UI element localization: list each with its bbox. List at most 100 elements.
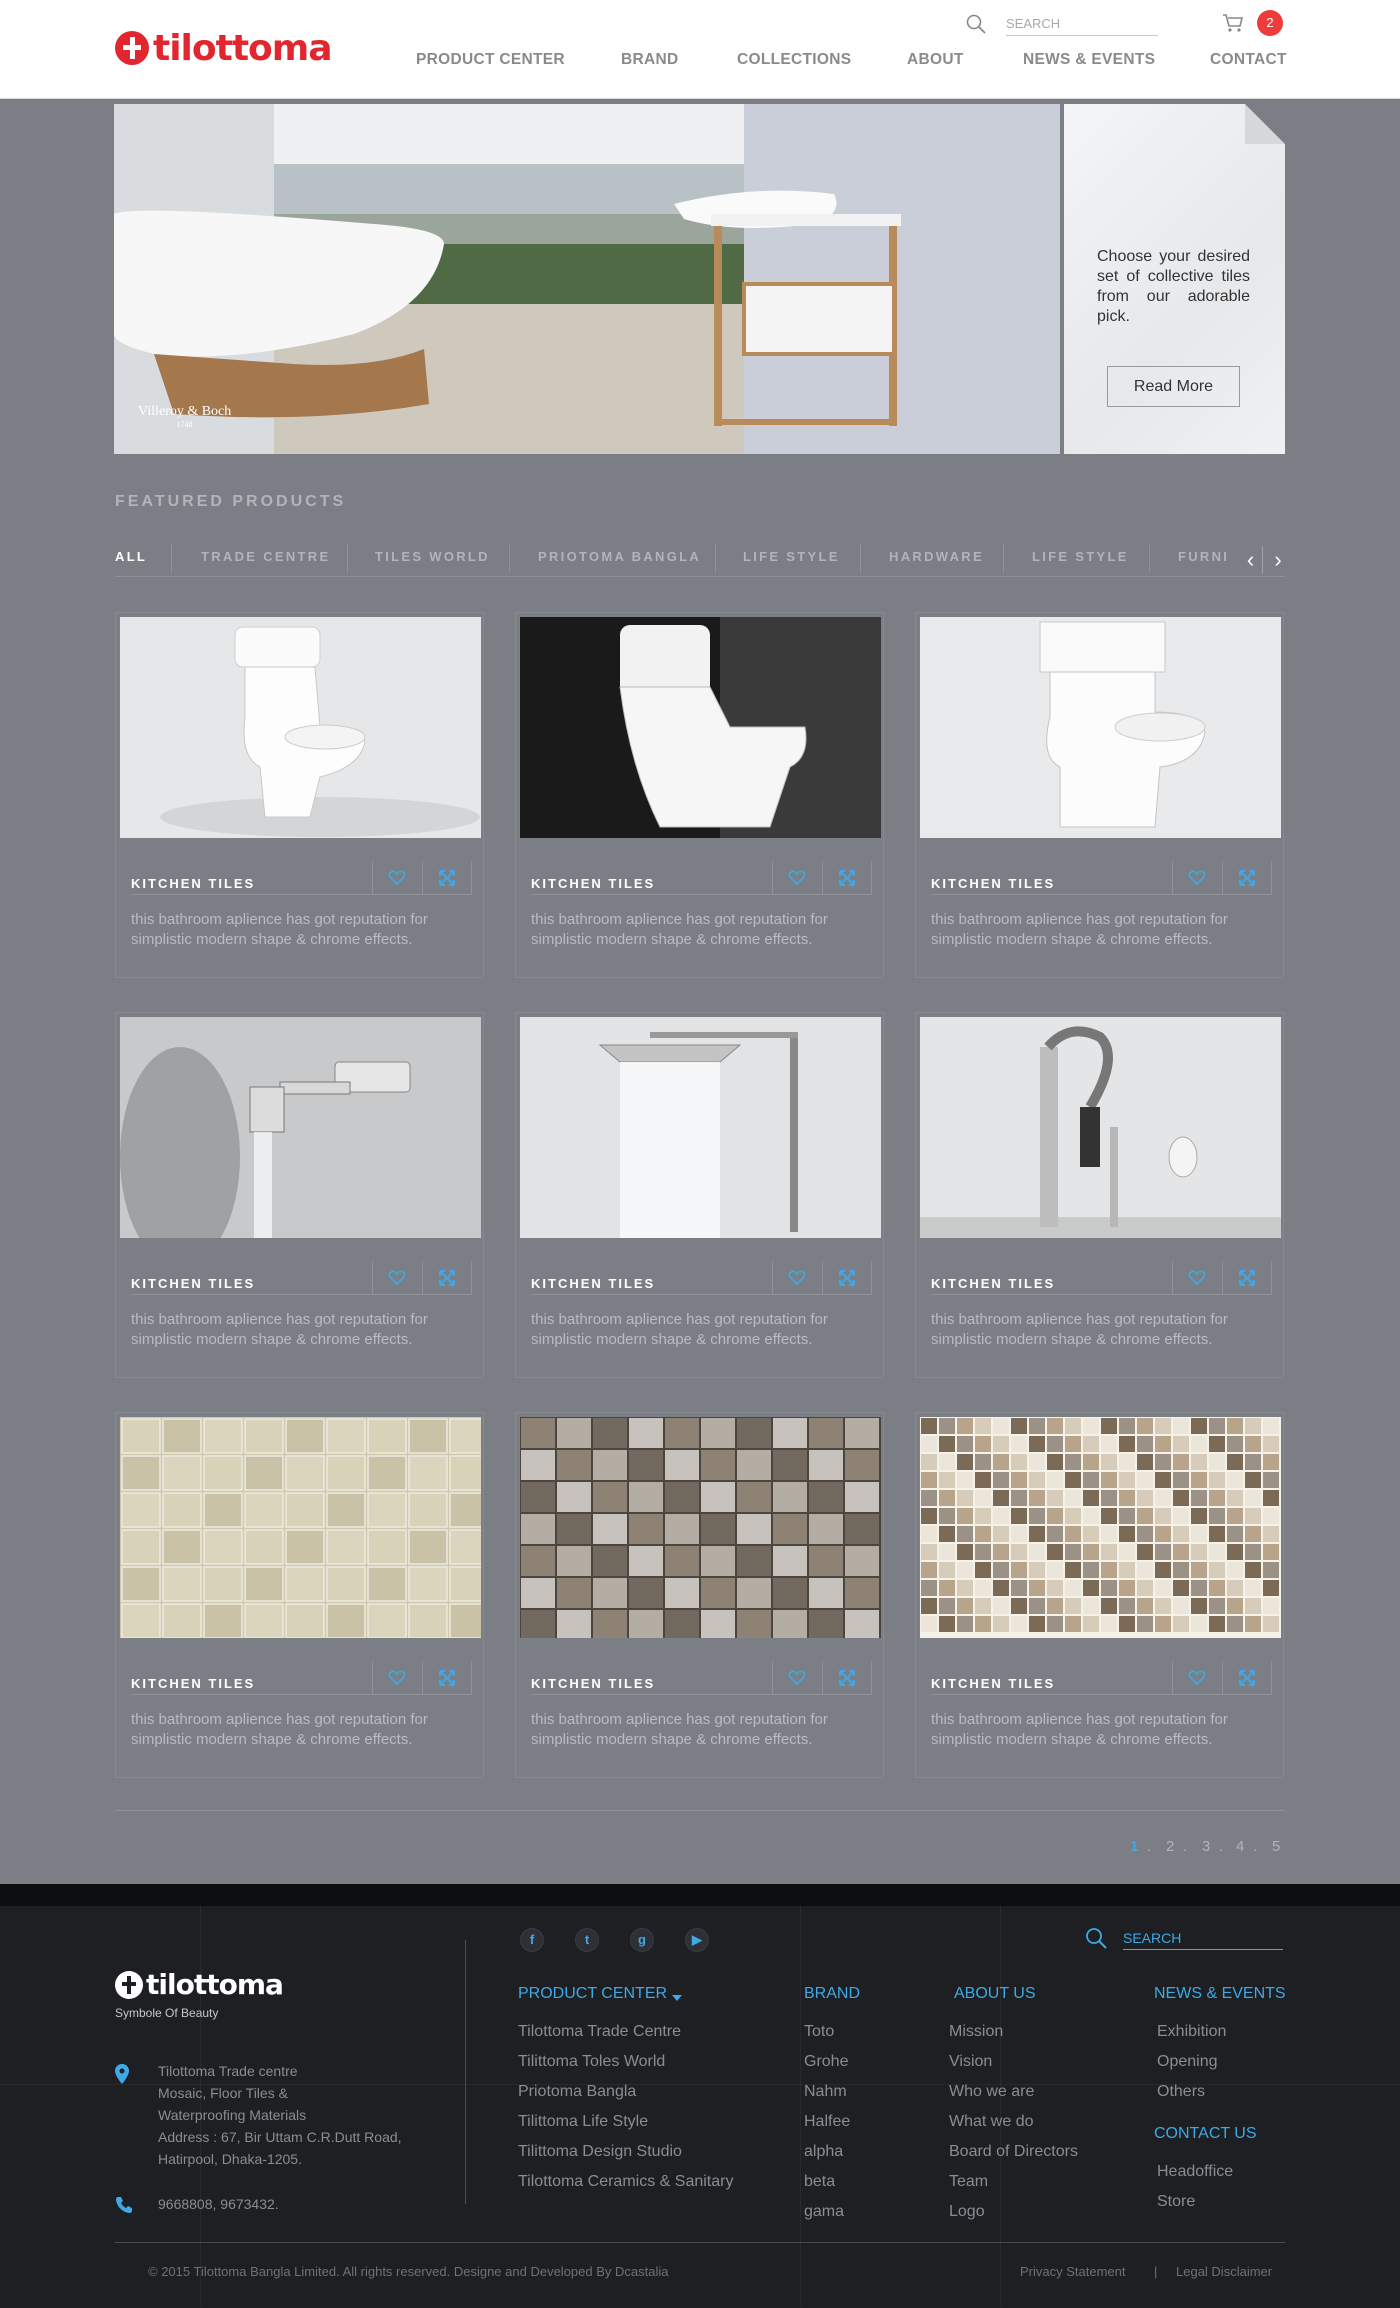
product-image-stone-tiles[interactable] <box>520 1417 881 1638</box>
filter-tab-life-style[interactable]: LIFE STYLE <box>743 549 840 564</box>
product-card[interactable]: KITCHEN TILES this bathroom aplience has … <box>515 612 884 978</box>
google-plus-icon[interactable]: g <box>630 1928 654 1952</box>
expand-icon[interactable] <box>1223 1661 1272 1694</box>
footer-link[interactable]: Who we are <box>949 2077 1078 2107</box>
nav-contact[interactable]: CONTACT <box>1210 51 1287 69</box>
product-card[interactable]: KITCHEN TILES this bathroom aplience has … <box>915 612 1284 978</box>
page-link-1[interactable]: 1 <box>1130 1838 1138 1855</box>
page-link-5[interactable]: 5 <box>1272 1838 1280 1855</box>
product-image-beige-tiles[interactable] <box>120 1417 481 1638</box>
read-more-button[interactable]: Read More <box>1107 366 1240 407</box>
site-logo[interactable]: tilottoma <box>115 28 333 69</box>
product-card[interactable]: KITCHEN TILES this bathroom aplience has … <box>915 1012 1284 1378</box>
footer-link[interactable]: Halfee <box>804 2107 850 2137</box>
footer-link[interactable]: Toto <box>804 2017 850 2047</box>
heart-icon[interactable] <box>773 1661 823 1694</box>
product-image-toilet-square[interactable] <box>920 617 1281 838</box>
footer-heading-brand[interactable]: BRAND <box>804 1985 860 2003</box>
expand-icon[interactable] <box>823 1661 872 1694</box>
page-link-2[interactable]: 2 <box>1166 1838 1174 1855</box>
nav-collections[interactable]: COLLECTIONS <box>737 51 851 69</box>
privacy-statement-link[interactable]: Privacy Statement <box>1020 2264 1126 2279</box>
filter-tab-hardware[interactable]: HARDWARE <box>889 549 984 564</box>
heart-icon[interactable] <box>373 1261 423 1294</box>
product-card[interactable]: KITCHEN TILES this bathroom aplience has … <box>115 1412 484 1778</box>
nav-product-center[interactable]: PRODUCT CENTER <box>416 51 565 69</box>
footer-heading-product-center[interactable]: PRODUCT CENTER <box>518 1985 667 2003</box>
footer-link[interactable]: alpha <box>804 2137 850 2167</box>
footer-link[interactable]: Logo <box>949 2197 1078 2227</box>
product-image-toilet-white[interactable] <box>120 617 481 838</box>
heart-icon[interactable] <box>373 861 423 894</box>
footer-link[interactable]: Vision <box>949 2047 1078 2077</box>
nav-about[interactable]: ABOUT <box>907 51 964 69</box>
footer-link[interactable]: Headoffice <box>1157 2157 1233 2187</box>
footer-heading-contact-us[interactable]: CONTACT US <box>1154 2125 1257 2143</box>
footer-link[interactable]: gama <box>804 2197 850 2227</box>
product-card[interactable]: KITCHEN TILES this bathroom aplience has … <box>915 1412 1284 1778</box>
footer-link[interactable]: Grohe <box>804 2047 850 2077</box>
filter-tab-furniture[interactable]: FURNI <box>1178 549 1236 564</box>
product-card[interactable]: KITCHEN TILES this bathroom aplience has … <box>115 1012 484 1378</box>
page-link-3[interactable]: 3 <box>1202 1838 1210 1855</box>
product-image-wall-faucet[interactable] <box>120 1017 481 1238</box>
product-image-toilet-dark[interactable] <box>520 617 881 838</box>
footer-logo[interactable]: tilottoma <box>115 1968 284 2001</box>
footer-link[interactable]: Store <box>1157 2187 1233 2217</box>
expand-icon[interactable] <box>423 861 472 894</box>
filter-tab-trade-centre[interactable]: TRADE CENTRE <box>201 549 330 564</box>
expand-icon[interactable] <box>823 1261 872 1294</box>
twitter-icon[interactable]: t <box>575 1928 599 1952</box>
footer-link[interactable]: Tilittoma Design Studio <box>518 2137 733 2167</box>
expand-icon[interactable] <box>823 861 872 894</box>
cart-count-badge[interactable]: 2 <box>1257 10 1283 36</box>
chevron-left-icon[interactable]: ‹ <box>1239 546 1263 574</box>
chevron-down-icon[interactable] <box>672 1995 682 2001</box>
heart-icon[interactable] <box>1173 861 1223 894</box>
product-card[interactable]: KITCHEN TILES this bathroom aplience has … <box>515 1412 884 1778</box>
footer-link[interactable]: Team <box>949 2167 1078 2197</box>
footer-link[interactable]: Nahm <box>804 2077 850 2107</box>
product-image-kitchen-faucet[interactable] <box>920 1017 1281 1238</box>
footer-link[interactable]: Tilittoma Toles World <box>518 2047 733 2077</box>
footer-heading-about-us[interactable]: ABOUT US <box>954 1985 1036 2003</box>
footer-link[interactable]: Board of Directors <box>949 2137 1078 2167</box>
product-image-mosaic-tiles[interactable] <box>920 1417 1281 1638</box>
product-card[interactable]: KITCHEN TILES this bathroom aplience has … <box>115 612 484 978</box>
expand-icon[interactable] <box>1223 1261 1272 1294</box>
product-card[interactable]: KITCHEN TILES this bathroom aplience has … <box>515 1012 884 1378</box>
expand-icon[interactable] <box>1223 861 1272 894</box>
heart-icon[interactable] <box>773 861 823 894</box>
footer-link[interactable]: Priotoma Bangla <box>518 2077 733 2107</box>
footer-link[interactable]: Tilottoma Ceramics & Sanitary <box>518 2167 733 2197</box>
heart-icon[interactable] <box>1173 1261 1223 1294</box>
nav-brand[interactable]: BRAND <box>621 51 678 69</box>
facebook-icon[interactable]: f <box>520 1928 544 1952</box>
youtube-icon[interactable]: ▶ <box>685 1928 709 1952</box>
footer-link[interactable]: Mission <box>949 2017 1078 2047</box>
heart-icon[interactable] <box>1173 1661 1223 1694</box>
footer-link[interactable]: Tilottoma Trade Centre <box>518 2017 733 2047</box>
page-link-4[interactable]: 4 <box>1236 1838 1244 1855</box>
product-image-rain-shower[interactable] <box>520 1017 881 1238</box>
footer-link[interactable]: Opening <box>1157 2047 1226 2077</box>
footer-link[interactable]: Tilittoma Life Style <box>518 2107 733 2137</box>
expand-icon[interactable] <box>423 1661 472 1694</box>
chevron-right-icon[interactable]: › <box>1266 546 1290 574</box>
search-icon[interactable] <box>966 14 986 34</box>
filter-tab-life-style-2[interactable]: LIFE STYLE <box>1032 549 1129 564</box>
legal-disclaimer-link[interactable]: Legal Disclaimer <box>1176 2264 1272 2279</box>
footer-heading-news-events[interactable]: NEWS & EVENTS <box>1154 1985 1286 2003</box>
footer-search-input[interactable] <box>1123 1926 1283 1950</box>
nav-news-events[interactable]: NEWS & EVENTS <box>1023 51 1155 69</box>
footer-link[interactable]: Exhibition <box>1157 2017 1226 2047</box>
filter-tab-all[interactable]: ALL <box>115 549 147 564</box>
filter-tab-tiles-world[interactable]: TILES WORLD <box>375 549 490 564</box>
heart-icon[interactable] <box>373 1661 423 1694</box>
heart-icon[interactable] <box>773 1261 823 1294</box>
search-input[interactable] <box>1006 12 1158 36</box>
filter-tab-priotoma-bangla[interactable]: PRIOTOMA BANGLA <box>538 549 701 564</box>
footer-link[interactable]: Others <box>1157 2077 1226 2107</box>
search-icon[interactable] <box>1085 1927 1107 1949</box>
cart-icon[interactable] <box>1222 13 1244 33</box>
